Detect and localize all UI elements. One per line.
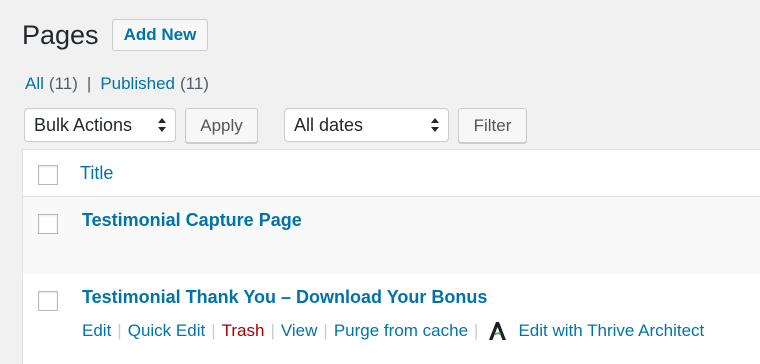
filter-all-count: (11) (48, 74, 78, 93)
status-filter-links: All (11) | Published (11) (25, 74, 209, 94)
apply-button[interactable]: Apply (185, 108, 258, 143)
table-row: Testimonial Capture Page (23, 197, 760, 274)
row-actions: Edit | Quick Edit | Trash | View | Purge… (82, 320, 704, 342)
dates-select[interactable]: All dates (284, 108, 449, 142)
trash-action[interactable]: Trash (222, 321, 265, 341)
filter-separator: | (86, 74, 92, 93)
row-title-link[interactable]: Testimonial Capture Page (82, 210, 302, 231)
table-navigation: Bulk Actions Apply All dates Filter (24, 108, 760, 144)
bulk-actions-select[interactable]: Bulk Actions (24, 108, 176, 142)
pages-table: Title Testimonial Capture Page Testimoni… (22, 149, 760, 364)
column-title-header[interactable]: Title (80, 163, 113, 184)
bulk-actions-value: Bulk Actions (34, 114, 133, 135)
select-all-checkbox[interactable] (38, 165, 58, 185)
action-separator: | (211, 321, 216, 340)
row-checkbox[interactable] (38, 214, 58, 234)
select-arrows-icon (431, 118, 439, 132)
page-header: Pages Add New (22, 16, 209, 54)
filter-published-link[interactable]: Published (100, 74, 175, 94)
edit-action[interactable]: Edit (82, 321, 111, 341)
filter-all-link[interactable]: All (25, 74, 44, 94)
action-separator: | (323, 321, 328, 340)
page-title: Pages (22, 20, 99, 50)
table-header-row: Title (23, 150, 760, 197)
action-separator: | (270, 321, 275, 340)
action-separator: | (117, 321, 122, 340)
row-checkbox[interactable] (38, 291, 58, 311)
add-new-button[interactable]: Add New (111, 19, 209, 51)
table-row: Testimonial Thank You – Download Your Bo… (23, 274, 760, 364)
action-separator: | (474, 321, 479, 340)
dates-value: All dates (294, 114, 364, 135)
purge-cache-action[interactable]: Purge from cache (334, 321, 468, 341)
select-arrows-icon (158, 118, 166, 132)
quick-edit-action[interactable]: Quick Edit (128, 321, 205, 341)
view-action[interactable]: View (281, 321, 318, 341)
edit-thrive-architect-action[interactable]: Edit with Thrive Architect (518, 321, 704, 341)
thrive-architect-icon (489, 322, 507, 340)
row-title-link[interactable]: Testimonial Thank You – Download Your Bo… (82, 287, 487, 308)
filter-published-count: (11) (179, 74, 209, 93)
filter-button[interactable]: Filter (458, 108, 527, 143)
